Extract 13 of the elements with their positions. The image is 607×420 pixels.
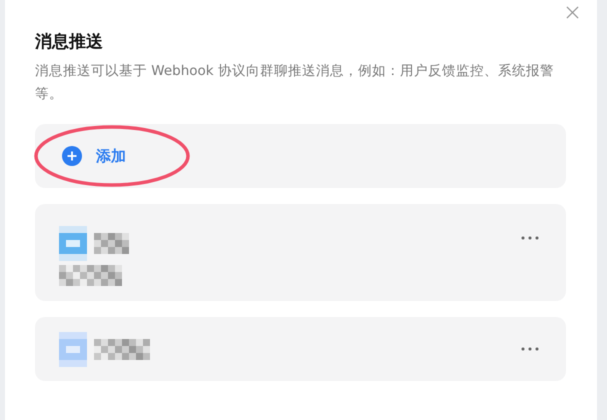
more-icon[interactable] xyxy=(521,347,539,351)
blurred-text xyxy=(94,338,150,360)
blurred-text xyxy=(94,233,129,254)
close-icon[interactable] xyxy=(566,6,579,19)
blurred-text xyxy=(59,265,122,286)
more-icon[interactable] xyxy=(521,236,539,240)
dialog-description: 消息推送可以基于 Webhook 协议向群聊推送消息，例如：用户反馈监控、系统报警等。 xyxy=(35,62,555,104)
dialog-title: 消息推送 xyxy=(35,31,104,54)
add-label: 添加 xyxy=(96,146,126,166)
blurred-icon xyxy=(59,226,87,261)
plus-icon xyxy=(62,146,82,166)
add-card[interactable]: 添加 xyxy=(35,124,566,188)
blurred-icon xyxy=(59,332,87,366)
